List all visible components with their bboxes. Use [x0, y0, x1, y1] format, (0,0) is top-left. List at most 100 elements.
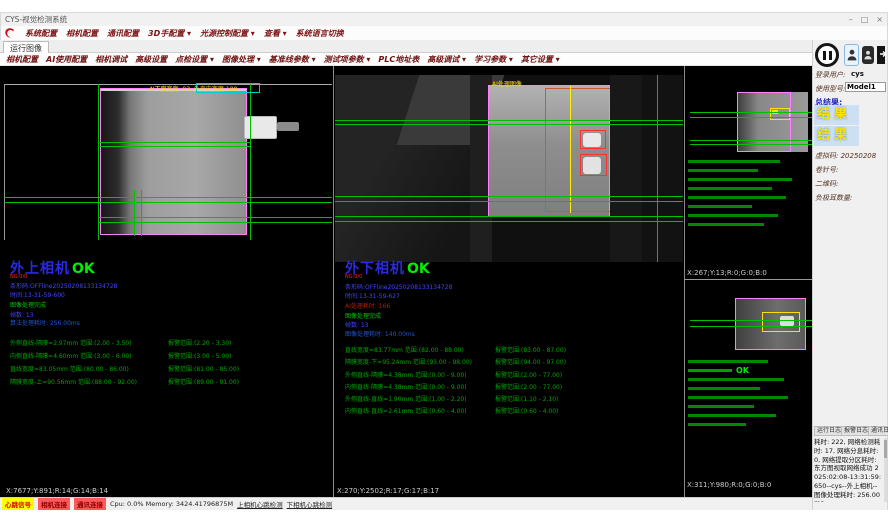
- guide-line: [141, 190, 142, 236]
- toolbar-advanced-settings[interactable]: 高级设置: [135, 54, 167, 65]
- pixel-coordinate-readout: X:267;Y:13;R:0;G:0;B:0: [687, 269, 767, 277]
- time-line: 时间:13-31-59-600: [10, 290, 65, 299]
- guide-line: [335, 196, 683, 197]
- machinery-shape: [642, 75, 683, 262]
- guide-line: [690, 112, 812, 113]
- comm-link-badge: 通讯连接: [74, 498, 106, 510]
- measurement-row: 外侧直线-隔膜=2.97mm 范围:(2.00 - 3.50): [10, 338, 132, 347]
- pause-button[interactable]: [815, 43, 839, 67]
- menu-item-3d-config[interactable]: 3D手配置 ▾: [148, 28, 191, 39]
- elapsed-line: 图像处理耗时: 140.00ms: [345, 329, 415, 338]
- guide-line: [690, 144, 812, 145]
- elapsed-line: 算法处理耗时: 256.00ms: [10, 318, 80, 327]
- guide-line: [690, 140, 812, 141]
- electrode-tab: [780, 316, 794, 326]
- guide-line: [690, 117, 812, 118]
- alarm-range: 报警范围:(0.60 - 4.00): [495, 406, 558, 415]
- alarm-range: 报警范围:(94.00 - 97.00): [495, 357, 566, 366]
- tab-run-image[interactable]: 运行图像: [3, 41, 49, 53]
- panel-divider: [333, 66, 334, 497]
- camera-link-badge: 相机连接: [38, 498, 70, 510]
- guide-line: [100, 146, 250, 147]
- text-placeholder-bar: [688, 223, 764, 226]
- pixel-coordinate-readout: X:270;Y:2502;R:17;G:17;B:17: [337, 487, 439, 495]
- panel-divider: [684, 279, 812, 280]
- toolbar-advanced-debug[interactable]: 高级调试 ▾: [427, 54, 466, 65]
- titlebar: CYS-视觉检测系统 – □ ×: [0, 12, 888, 26]
- guide-line: [335, 221, 683, 222]
- barcode-line: 条形码:OFFline20250208133134728: [345, 282, 452, 291]
- measurement-row: 内侧直线-直线=2.61mm 范围:(0.60 - 4.00): [345, 406, 467, 415]
- electrode-tab: [583, 157, 601, 174]
- toolbar-image-processing[interactable]: 图像处理 ▾: [222, 54, 261, 65]
- toolbar-spot-check-settings[interactable]: 点检设置 ▾: [175, 54, 214, 65]
- toolbar-other-settings[interactable]: 其它设置 ▾: [521, 54, 560, 65]
- scrollbar-thumb[interactable]: [884, 440, 887, 458]
- right-overlay-label: AI处理图像: [492, 79, 522, 88]
- toolbar-test-item-params[interactable]: 测试项参数 ▾: [324, 54, 371, 65]
- text-placeholder-bar: [688, 369, 732, 372]
- toolbar-learning-params[interactable]: 学习参数 ▾: [474, 54, 513, 65]
- log-tab-run[interactable]: 运行日志: [814, 426, 844, 436]
- toolbar-baseline-params[interactable]: 基准线参数 ▾: [269, 54, 316, 65]
- measurement-row: 外侧直线-直线=1.90mm 范围:(1.00 - 2.20): [345, 394, 467, 403]
- measurement-row: 直线宽度=83.05mm 范围:(80.00 - 86.00): [10, 364, 129, 373]
- measurement-row: 隔膜宽度-下=95.24mm 范围:(93.00 - 98.00): [345, 357, 472, 366]
- guide-line: [335, 120, 683, 121]
- result-display-1: 结果: [814, 105, 859, 125]
- toolbar-camera-debug[interactable]: 相机调试: [95, 54, 127, 65]
- exit-button[interactable]: [876, 44, 888, 66]
- log-output: 耗时: 222, 网络检测耗时: 17, 网络分息耗时: 0, 网络提取分区耗时…: [814, 438, 882, 502]
- lower-camera-heartbeat-link[interactable]: 下相机心跳检测: [287, 499, 333, 509]
- measurement-row: 隔膜宽度-上=90.56mm 范围:(88.00 - 92.00): [10, 377, 137, 386]
- guide-line: [100, 142, 250, 143]
- alarm-range: 报警范围:(1.10 - 2.10): [495, 394, 558, 403]
- virtual-code-line: 虚拟码: 20250208: [815, 151, 876, 161]
- panel-divider: [684, 66, 685, 497]
- machinery-shape: [610, 75, 642, 262]
- close-icon[interactable]: ×: [876, 15, 883, 25]
- log-tab-comm[interactable]: 通讯日志: [868, 426, 888, 436]
- app-logo-icon: [4, 27, 16, 39]
- menu-item-system-config[interactable]: 系统配置: [25, 28, 57, 39]
- text-placeholder-bar: [688, 378, 784, 381]
- text-placeholder-bar: [688, 214, 778, 217]
- left-camera-image[interactable]: [100, 88, 247, 235]
- alarm-range: 报警范围:(89.00 - 91.00): [168, 377, 239, 386]
- electrode-tab: [583, 133, 601, 147]
- upper-camera-heartbeat-link[interactable]: 上相机心跳检测: [237, 499, 283, 509]
- model-label: 使用型号:: [815, 84, 845, 94]
- result-ok: OK: [407, 261, 430, 277]
- barcode-line: 条形码:OFFline20250208133134728: [10, 281, 117, 290]
- text-placeholder-bar: [688, 360, 768, 363]
- login-user-button[interactable]: [844, 44, 859, 66]
- cpu-memory-readout: Cpu: 0.0% Memory: 3424.41796875M: [110, 500, 233, 508]
- menu-item-camera-config[interactable]: 相机配置: [66, 28, 98, 39]
- ai-elapsed-line: AI处理耗时: 166: [345, 301, 390, 310]
- alarm-range: 报警范围:(3.00 - 5.00): [168, 351, 231, 360]
- operator-button[interactable]: [862, 46, 874, 64]
- result-display-2: 结果: [814, 126, 859, 146]
- maximize-icon[interactable]: □: [861, 15, 869, 25]
- menu-item-view[interactable]: 查看 ▾: [264, 28, 287, 39]
- model-input[interactable]: [845, 82, 886, 92]
- menu-item-comm-config[interactable]: 通讯配置: [107, 28, 139, 39]
- text-placeholder-bar: [688, 178, 792, 181]
- toolbar-ai-usage-config[interactable]: AI使用配置: [46, 54, 87, 65]
- log-tab-alarm[interactable]: 报警日志: [841, 426, 871, 436]
- toolbar-camera-config[interactable]: 相机配置: [6, 54, 38, 65]
- aux-result-ok: OK: [736, 366, 749, 375]
- main-view-area: N下膜宽度: 93. 外壳内宽度:100 外上相机OK NG:0/0 条形码:O…: [0, 66, 812, 497]
- alarm-range: 报警范围:(2.00 - 77.00): [495, 370, 562, 379]
- menu-item-language-switch[interactable]: 系统语言切换: [296, 28, 344, 39]
- statusbar: 心跳信号 相机连接 通讯连接 Cpu: 0.0% Memory: 3424.41…: [0, 497, 812, 510]
- user-icon: [847, 49, 857, 61]
- text-placeholder-bar: [688, 205, 752, 208]
- text-placeholder-bar: [688, 169, 758, 172]
- menu-item-light-control-config[interactable]: 光源控制配置 ▾: [200, 28, 255, 39]
- connector-tab: [244, 116, 277, 139]
- minimize-icon[interactable]: –: [849, 15, 853, 25]
- toolbar-plc-address-table[interactable]: PLC地址表: [378, 54, 419, 65]
- text-placeholder-bar: [688, 160, 780, 163]
- log-scrollbar[interactable]: [884, 438, 887, 502]
